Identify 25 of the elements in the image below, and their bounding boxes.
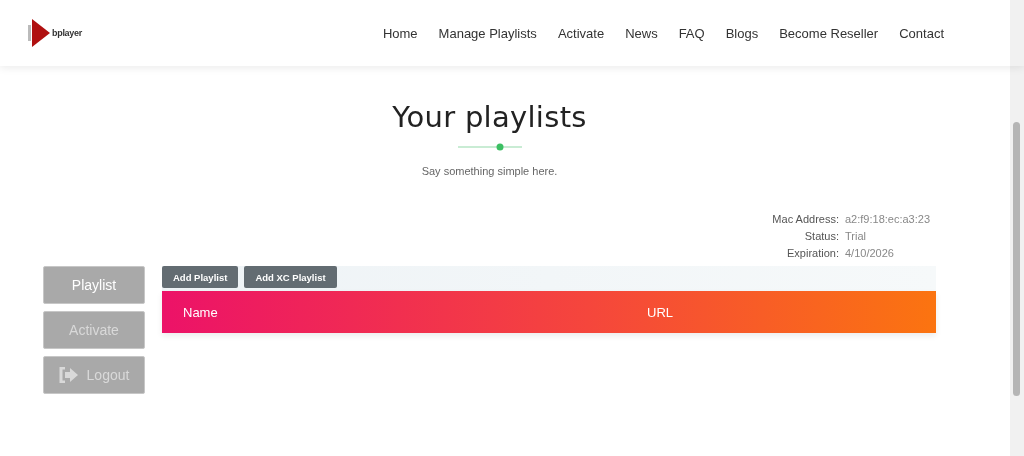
nav-link[interactable]: FAQ: [678, 25, 705, 41]
info-value: a2:f9:18:ec:a3:23: [845, 213, 931, 225]
subtitle: Say something simple here.: [420, 165, 559, 177]
info-label: Status:: [803, 230, 839, 242]
info-label: Mac Address:: [772, 213, 839, 225]
nav-link[interactable]: Manage Playlists: [438, 25, 537, 41]
nav-link[interactable]: Contact: [899, 25, 944, 41]
info-value: 4/10/2026: [845, 247, 895, 259]
info-value: Trial: [845, 230, 867, 242]
title-divider-drawing: [457, 143, 522, 151]
nav-link[interactable]: Become Reseller: [779, 25, 879, 41]
add-button[interactable]: Add Playlist: [162, 266, 239, 288]
logout-icon: [58, 367, 79, 383]
logo-text: bplayer: [52, 28, 82, 38]
scrollbar[interactable]: [1010, 0, 1024, 456]
nav-link[interactable]: Blogs: [725, 25, 759, 41]
info-label: Expiration:: [786, 247, 839, 259]
column-header: URL: [647, 304, 673, 320]
add-button[interactable]: Add XC Playlist: [244, 266, 337, 288]
nav-link[interactable]: News: [625, 25, 658, 41]
nav-link[interactable]: Activate: [557, 25, 605, 41]
play-logo-icon: [28, 19, 50, 47]
nav-link[interactable]: Home: [382, 25, 418, 41]
column-header: Name: [182, 304, 219, 320]
page-title: Your playlists: [391, 100, 588, 134]
